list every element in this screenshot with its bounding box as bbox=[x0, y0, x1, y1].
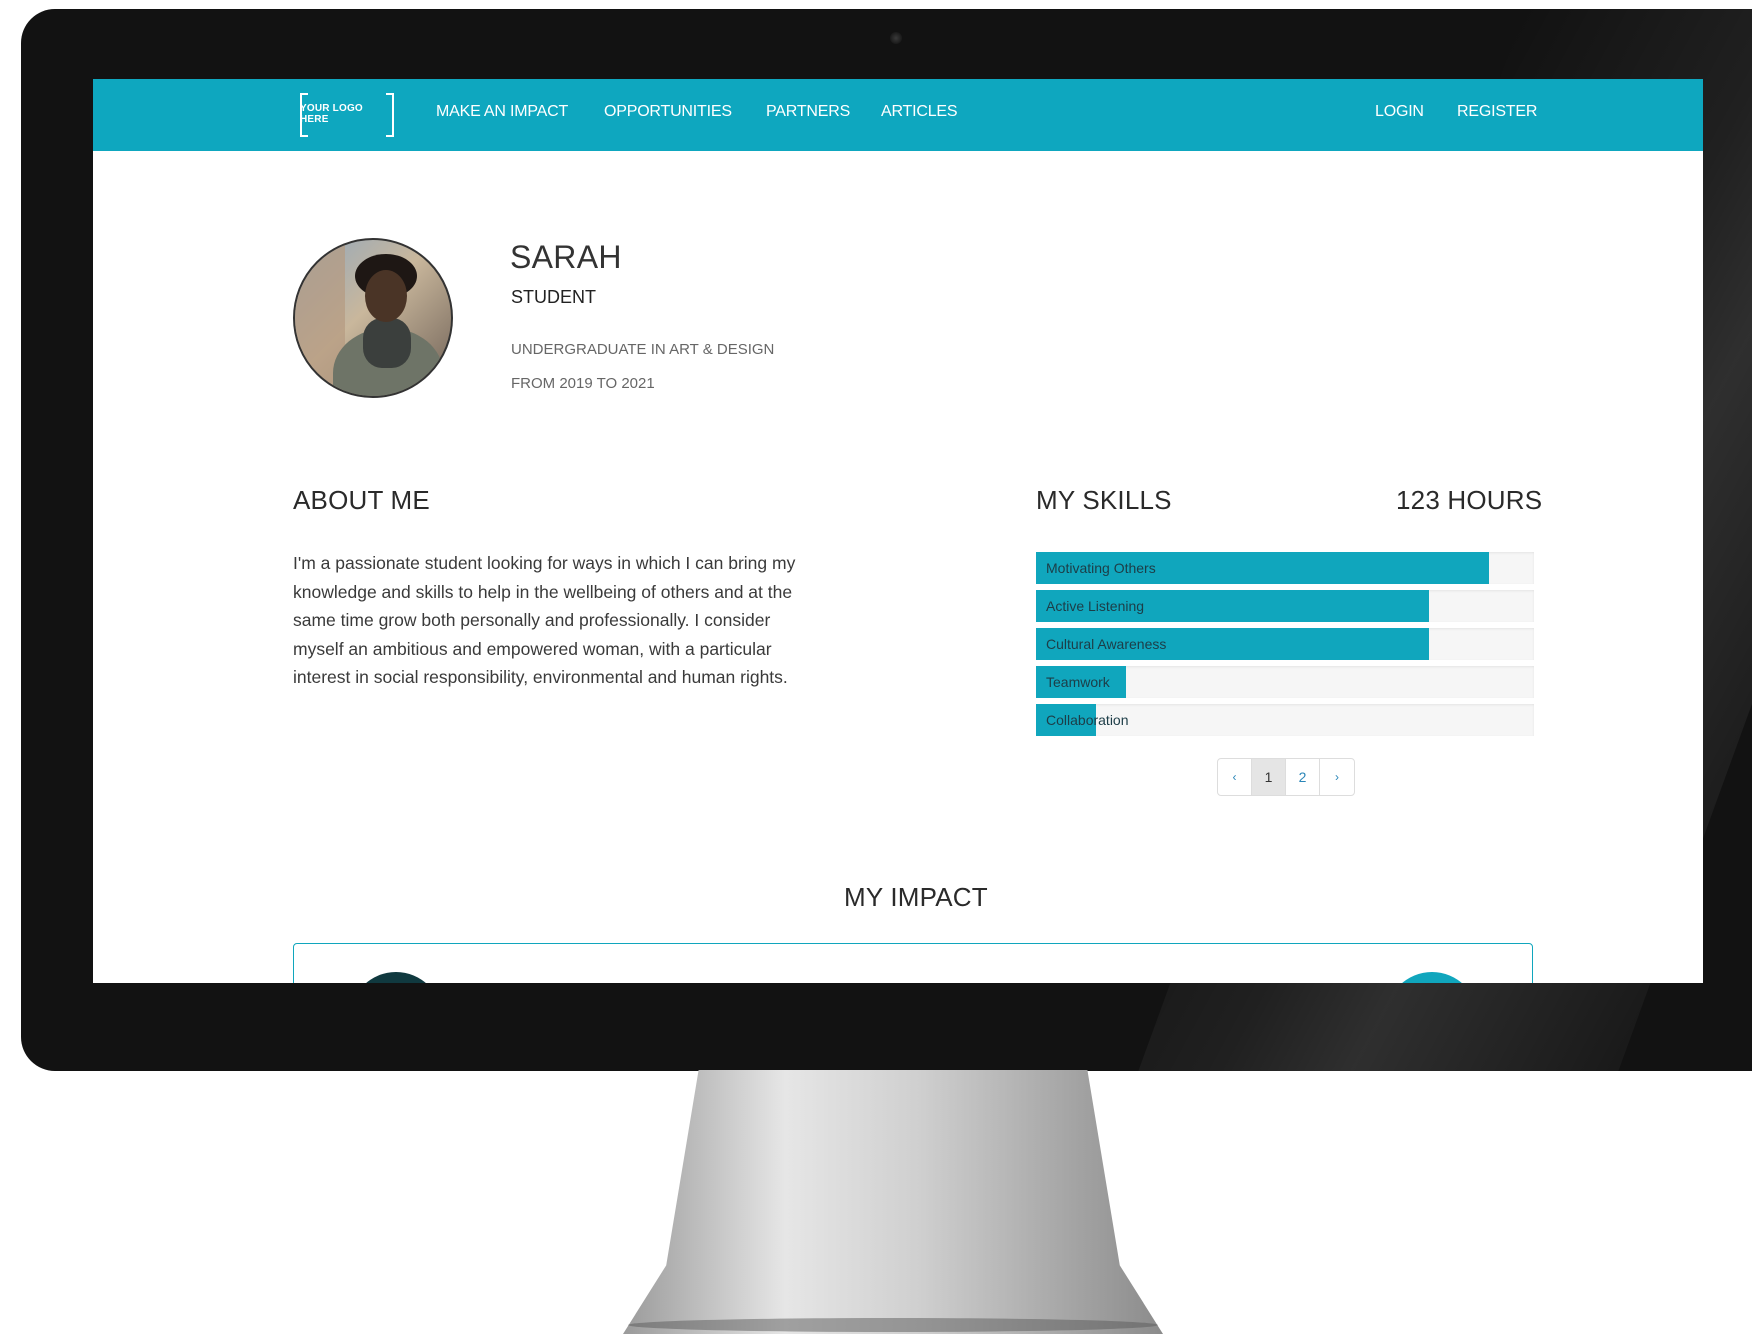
avatar-face bbox=[365, 270, 407, 322]
skills-list: Motivating Others Active Listening Cultu… bbox=[1036, 552, 1534, 742]
nav-link-partners[interactable]: PARTNERS bbox=[766, 103, 850, 121]
next-page-button[interactable]: › bbox=[1320, 759, 1354, 795]
avatar-scarf bbox=[363, 318, 411, 368]
skill-label: Teamwork bbox=[1046, 674, 1110, 690]
monitor-stand bbox=[623, 1070, 1163, 1334]
profile-education: UNDERGRADUATE IN ART & DESIGN bbox=[511, 341, 775, 358]
page-button-2[interactable]: 2 bbox=[1286, 759, 1320, 795]
page-button-1[interactable]: 1 bbox=[1252, 759, 1286, 795]
logo-text: YOUR LOGO HERE bbox=[300, 103, 363, 125]
screen: YOUR LOGO HERE MAKE AN IMPACT OPPORTUNIT… bbox=[93, 79, 1703, 983]
skill-label: Collaboration bbox=[1046, 712, 1129, 728]
avatar bbox=[293, 238, 453, 398]
profile-dates: FROM 2019 TO 2021 bbox=[511, 375, 655, 392]
skill-row: Motivating Others bbox=[1036, 552, 1534, 584]
nav-link-make-an-impact[interactable]: MAKE AN IMPACT bbox=[436, 103, 568, 121]
skills-title: MY SKILLS bbox=[1036, 485, 1172, 515]
skill-row: Teamwork bbox=[1036, 666, 1534, 698]
about-title: ABOUT ME bbox=[293, 485, 430, 515]
skill-row: Cultural Awareness bbox=[1036, 628, 1534, 660]
skill-row: Collaboration bbox=[1036, 704, 1534, 736]
camera-icon bbox=[890, 32, 902, 44]
logo-bracket-right bbox=[386, 93, 394, 137]
impact-icon-dark bbox=[350, 972, 442, 983]
login-link[interactable]: LOGIN bbox=[1375, 103, 1424, 121]
skill-label: Motivating Others bbox=[1046, 560, 1156, 576]
about-text: I'm a passionate student looking for way… bbox=[293, 553, 796, 687]
register-link[interactable]: REGISTER bbox=[1457, 103, 1537, 121]
skills-hours: 123 HOURS bbox=[1396, 485, 1543, 515]
logo[interactable]: YOUR LOGO HERE bbox=[300, 93, 394, 137]
skill-label: Active Listening bbox=[1046, 598, 1145, 614]
stand-shadow bbox=[628, 1318, 1158, 1332]
nav-link-articles[interactable]: ARTICLES bbox=[881, 103, 958, 121]
impact-card bbox=[293, 943, 1533, 983]
skill-label: Cultural Awareness bbox=[1046, 636, 1167, 652]
nav-link-opportunities[interactable]: OPPORTUNITIES bbox=[604, 103, 732, 121]
navbar: YOUR LOGO HERE MAKE AN IMPACT OPPORTUNIT… bbox=[93, 79, 1703, 151]
logo-bracket-left bbox=[300, 93, 308, 137]
impact-icon-teal bbox=[1386, 972, 1478, 983]
impact-title: MY IMPACT bbox=[844, 882, 988, 912]
skill-row: Active Listening bbox=[1036, 590, 1534, 622]
pagination: ‹ 1 2 › bbox=[1217, 758, 1355, 796]
profile-name: SARAH bbox=[510, 239, 622, 275]
profile-role: STUDENT bbox=[511, 287, 596, 307]
prev-page-button[interactable]: ‹ bbox=[1218, 759, 1252, 795]
